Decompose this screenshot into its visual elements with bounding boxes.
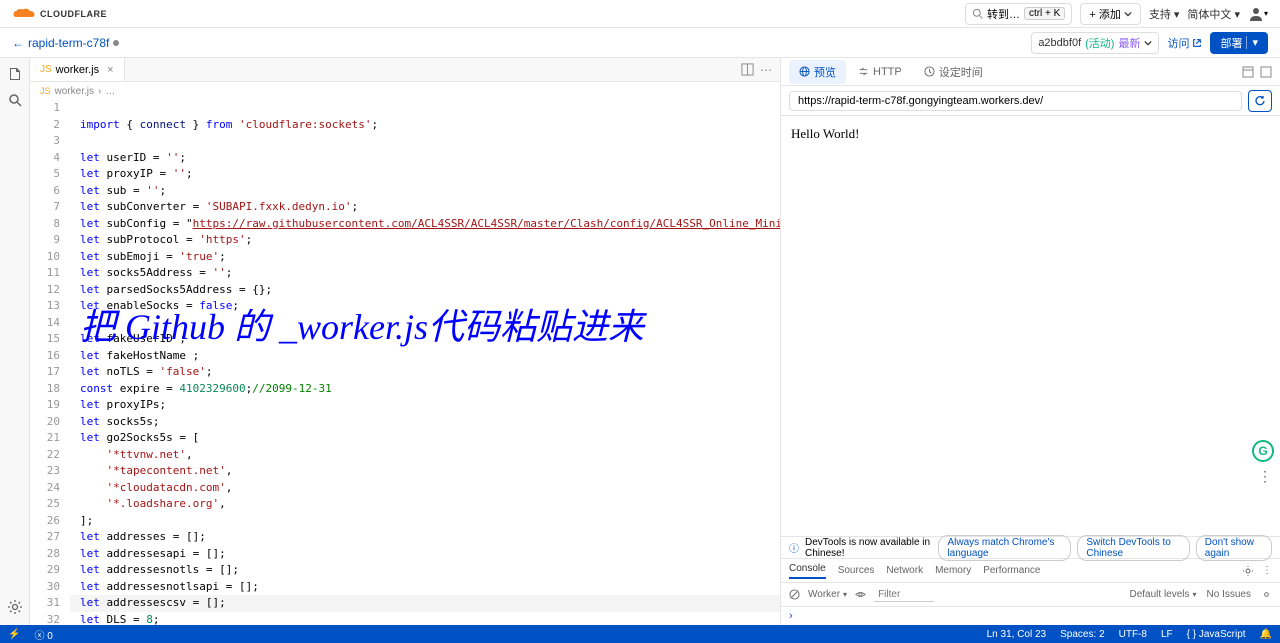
search-icon [972,8,983,19]
dt-eye-icon[interactable] [855,589,866,600]
status-dot [113,40,119,46]
user-icon [1248,6,1264,22]
dt-tab-perf[interactable]: Performance [983,565,1040,576]
code-editor[interactable]: 1234567891011121314151617181920212223242… [30,100,780,625]
brand-logo[interactable]: CLOUDFLARE [12,8,107,20]
info-icon: ⓘ [789,540,799,555]
dt-tab-sources[interactable]: Sources [838,565,875,576]
deploy-button[interactable]: 部署 ▾ [1210,32,1268,54]
preview-pane: 预览 HTTP 设定时间 Hello World! ⓘ [780,58,1280,625]
files-icon[interactable] [7,66,23,82]
project-link[interactable]: rapid-term-c78f [28,36,109,50]
search-box[interactable]: 转到… ctrl + K [965,3,1072,25]
dt-clear-icon[interactable] [789,589,800,600]
grammarly-badge[interactable]: G [1252,440,1274,462]
console-chevron-icon: › [789,610,793,622]
status-spaces[interactable]: Spaces: 2 [1060,629,1104,640]
js-file-icon: JS [40,64,52,75]
status-eol[interactable]: LF [1161,629,1173,640]
version-select[interactable]: a2bdbf0f (活动) 最新 [1031,32,1159,54]
chevron-down-icon [1144,39,1152,47]
user-menu[interactable]: ▾ [1248,4,1268,24]
notice-pill-0[interactable]: Always match Chrome's language [938,535,1071,561]
js-file-icon: JS [40,86,51,96]
add-button[interactable]: + 添加 [1080,3,1140,25]
devtools-console-body[interactable]: › [781,607,1280,625]
chevron-down-icon [1124,10,1132,18]
close-tab-icon[interactable]: × [107,64,113,76]
dt-gear-icon[interactable] [1261,589,1272,600]
dt-tab-memory[interactable]: Memory [935,565,971,576]
file-tabs: JS worker.js × ⋯ [30,58,780,82]
breadcrumb: ← rapid-term-c78f [12,36,119,50]
settings-icon[interactable] [7,599,23,615]
refresh-button[interactable] [1248,90,1272,112]
devtools-tabs: Console Sources Network Memory Performan… [781,559,1280,583]
tab-schedule[interactable]: 设定时间 [914,60,993,84]
visit-link[interactable]: 访问 [1167,35,1202,51]
editor-pane: JS worker.js × ⋯ JS worker.js › … 123456… [30,58,780,625]
code-content[interactable]: import { connect } from 'cloudflare:sock… [70,100,780,625]
notice-pill-2[interactable]: Don't show again [1196,535,1272,561]
layout-icon[interactable] [1242,66,1254,78]
left-rail [0,58,30,625]
dt-tab-console[interactable]: Console [789,563,826,579]
top-header: CLOUDFLARE 转到… ctrl + K + 添加 支持 ▾ 简体中文 ▾… [0,0,1280,28]
search-label: 转到… [987,6,1020,22]
cloud-icon [12,8,36,20]
search-icon[interactable] [7,92,23,108]
url-bar [781,86,1280,116]
brand-text: CLOUDFLARE [40,9,107,19]
back-link[interactable]: ← [12,36,24,50]
search-shortcut: ctrl + K [1024,7,1065,20]
floating-menu-icon[interactable]: ⋮ [1258,468,1272,485]
status-encoding[interactable]: UTF-8 [1119,629,1147,640]
status-bar: ⚡ ⓧ 0 Ln 31, Col 23 Spaces: 2 UTF-8 LF {… [0,625,1280,643]
status-lang[interactable]: { } JavaScript [1187,629,1246,640]
devtools-notice: ⓘ DevTools is now available in Chinese! … [781,537,1280,559]
language-select[interactable]: 简体中文 ▾ [1187,6,1240,22]
preview-tabs: 预览 HTTP 设定时间 [781,58,1280,86]
line-gutter: 1234567891011121314151617181920212223242… [30,100,70,625]
url-input[interactable] [789,91,1242,111]
split-icon[interactable] [741,63,754,76]
dt-issues: No Issues [1207,589,1251,600]
sub-header: ← rapid-term-c78f a2bdbf0f (活动) 最新 访问 部署… [0,28,1280,58]
dt-settings-icon[interactable] [1242,565,1254,577]
dt-filter-input[interactable] [874,588,934,602]
http-icon [858,66,869,77]
devtools-toolbar: Worker▾ Default levels▾ No Issues [781,583,1280,607]
status-cursor[interactable]: Ln 31, Col 23 [987,629,1047,640]
devtools: ⓘ DevTools is now available in Chinese! … [781,536,1280,625]
tab-preview[interactable]: 预览 [789,60,846,84]
maximize-icon[interactable] [1260,66,1272,78]
file-tab-worker[interactable]: JS worker.js × [30,58,125,81]
dt-more-icon[interactable]: ⋮ [1262,565,1272,576]
dt-levels-select[interactable]: Default levels▾ [1129,589,1196,600]
preview-body: Hello World! [781,116,1280,536]
support-link[interactable]: 支持 ▾ [1149,6,1180,22]
file-breadcrumb: JS worker.js › … [30,82,780,100]
main-content: JS worker.js × ⋯ JS worker.js › … 123456… [0,58,1280,625]
clock-icon [924,66,935,77]
tab-http[interactable]: HTTP [848,62,912,82]
status-errors-icon[interactable]: ⓧ 0 [34,627,52,642]
notice-pill-1[interactable]: Switch DevTools to Chinese [1077,535,1189,561]
status-bell-icon[interactable]: 🔔 [1260,629,1272,640]
status-remote-icon[interactable]: ⚡ [8,629,20,640]
external-link-icon [1192,38,1202,48]
more-icon[interactable]: ⋯ [760,63,772,77]
globe-icon [799,66,810,77]
dt-scope-select[interactable]: Worker▾ [808,589,847,600]
refresh-icon [1254,95,1266,107]
dt-tab-network[interactable]: Network [886,565,923,576]
